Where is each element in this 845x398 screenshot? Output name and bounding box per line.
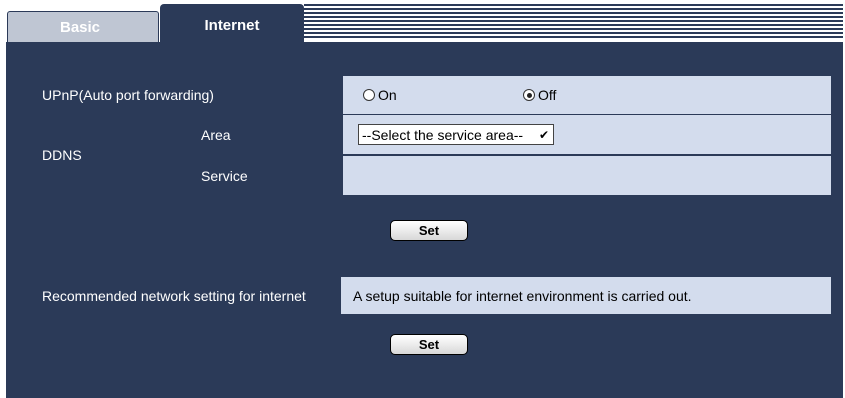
recommended-setting-description: A setup suitable for internet environmen… [341, 277, 831, 314]
service-value-cell [343, 156, 831, 195]
upnp-off-label: Off [538, 87, 557, 103]
service-label-text: Service [201, 167, 248, 184]
recommended-setting-label-text: Recommended network setting for internet [42, 287, 306, 304]
service-area-select[interactable]: --Select the service area-- ✔ [358, 124, 554, 145]
area-value-cell: --Select the service area-- ✔ [343, 115, 831, 154]
upnp-options: On Off [343, 76, 831, 114]
upnp-off-radio[interactable]: Off [523, 87, 556, 103]
tab-strip-decoration [304, 4, 843, 38]
set-button-label: Set [418, 223, 440, 238]
radio-unselected-icon [363, 89, 375, 101]
tab-internet-label: Internet [204, 16, 260, 34]
set-button-upnp-ddns[interactable]: Set [390, 220, 468, 241]
set-button-recommended[interactable]: Set [390, 334, 468, 355]
tab-bar: Basic Internet [6, 0, 843, 44]
tab-internet[interactable]: Internet [160, 4, 304, 44]
chevron-down-icon: ✔ [538, 128, 549, 142]
area-label: Area [187, 115, 341, 154]
upnp-on-label: On [378, 87, 397, 103]
settings-frame: Basic Internet UPnP(Auto port forwarding… [6, 0, 843, 398]
internet-settings-panel: UPnP(Auto port forwarding) On Off DDNS A… [6, 42, 843, 398]
upnp-label: UPnP(Auto port forwarding) [30, 76, 341, 114]
service-label: Service [187, 156, 341, 195]
service-area-selected-value: --Select the service area-- [362, 126, 524, 143]
recommended-setting-description-text: A setup suitable for internet environmen… [353, 287, 692, 304]
set-button-label: Set [418, 337, 440, 352]
recommended-setting-label: Recommended network setting for internet [30, 277, 339, 314]
tab-basic[interactable]: Basic [7, 11, 159, 42]
ddns-label: DDNS [30, 115, 185, 195]
upnp-label-text: UPnP(Auto port forwarding) [42, 87, 214, 103]
tab-basic-label: Basic [60, 18, 101, 36]
upnp-on-radio[interactable]: On [363, 87, 523, 103]
ddns-label-text: DDNS [42, 147, 82, 163]
radio-selected-icon [523, 89, 535, 101]
area-label-text: Area [201, 126, 231, 143]
